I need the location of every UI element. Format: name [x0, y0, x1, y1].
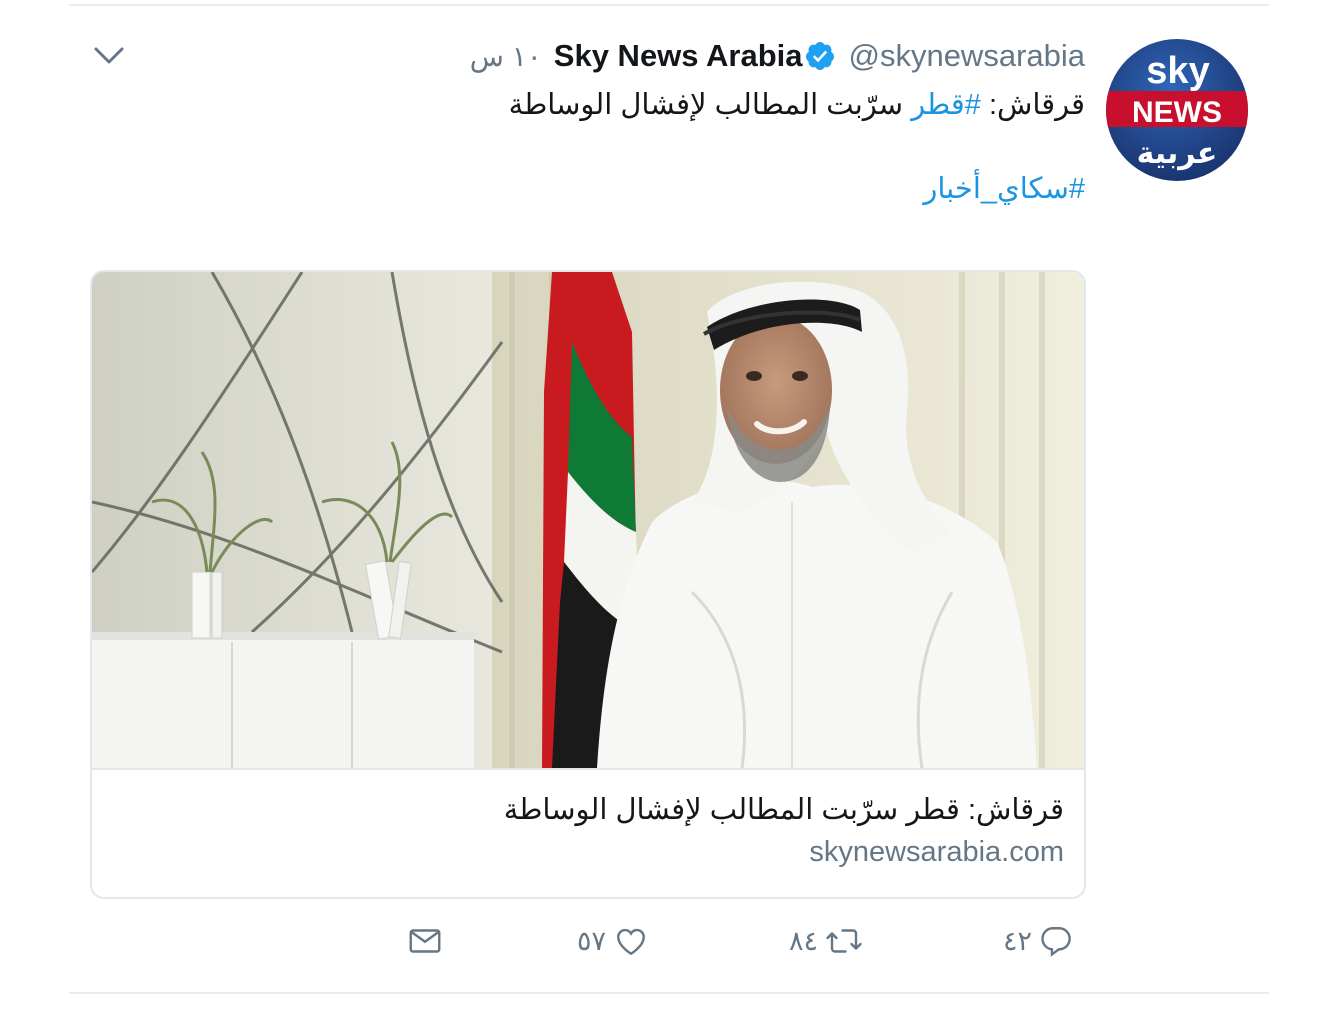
reply-button[interactable]: ٤٢ — [1003, 920, 1074, 962]
logo-text-news: NEWS — [1132, 96, 1222, 129]
card-title[interactable]: قرقاش: قطر سرّبت المطالب لإفشال الوساطة — [504, 792, 1064, 827]
envelope-icon — [407, 923, 443, 959]
direct-message-button[interactable] — [407, 920, 443, 962]
tweet-text-suffix: سرّبت المطالب لإفشال الوساطة — [508, 89, 912, 121]
tweet[interactable]: sky NEWS عربية ١٠ س Sky News Arabia @sky… — [0, 0, 1318, 1031]
hashtag-link[interactable]: #قطر — [911, 89, 981, 121]
card-photo — [92, 272, 1084, 768]
user-handle[interactable]: @skynewsarabia — [848, 38, 1085, 74]
card-domain[interactable]: skynewsarabia.com — [809, 836, 1064, 869]
retweet-button[interactable]: ٨٤ — [789, 920, 864, 962]
card-body[interactable]: قرقاش: قطر سرّبت المطالب لإفشال الوساطة … — [92, 768, 1084, 897]
like-button[interactable]: ٥٧ — [577, 920, 650, 962]
like-count: ٥٧ — [577, 925, 607, 956]
tweet-text: قرقاش: #قطر سرّبت المطالب لإفشال الوساطة — [509, 86, 1085, 124]
reply-icon — [1038, 923, 1074, 959]
retweet-count: ٨٤ — [789, 925, 819, 956]
reply-count: ٤٢ — [1003, 925, 1033, 956]
retweet-icon — [824, 923, 864, 959]
chevron-down-icon[interactable] — [92, 38, 126, 72]
card-image[interactable] — [92, 272, 1084, 768]
tweet-timestamp[interactable]: ١٠ س — [470, 40, 542, 73]
display-name[interactable]: Sky News Arabia — [554, 38, 803, 74]
avatar[interactable]: sky NEWS عربية — [1106, 39, 1248, 181]
bottom-divider — [69, 992, 1269, 994]
tweet-header: ١٠ س Sky News Arabia @skynewsarabia — [470, 36, 1085, 76]
logo-text-sky: sky — [1146, 50, 1209, 92]
link-card[interactable]: قرقاش: قطر سرّبت المطالب لإفشال الوساطة … — [90, 270, 1086, 899]
hashtag-link-sky-news[interactable]: #سكاي_أخبار — [923, 170, 1085, 208]
logo-text-arabic: عربية — [1137, 136, 1218, 171]
verified-badge-icon — [804, 40, 836, 72]
tweet-text-prefix: قرقاش: — [980, 89, 1085, 121]
sky-news-arabia-logo: sky NEWS عربية — [1106, 50, 1248, 171]
heart-icon — [612, 923, 650, 959]
